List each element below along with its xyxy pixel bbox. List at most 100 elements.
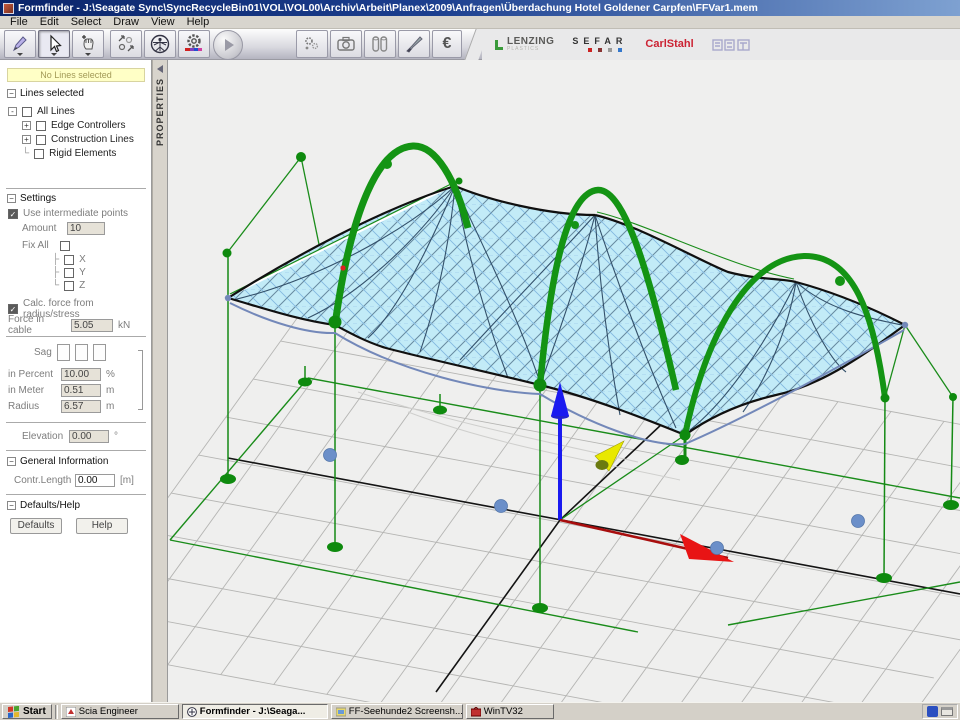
tree-item-edge-controllers[interactable]: + Edge Controllers xyxy=(22,120,125,131)
elevation-input[interactable] xyxy=(69,430,109,443)
paint-button[interactable] xyxy=(398,30,430,58)
task-formfinder[interactable]: Formfinder - J:\Seaga... xyxy=(182,704,328,719)
properties-tab-strip: PROPERTIES xyxy=(152,60,168,702)
force-input[interactable] xyxy=(71,319,113,332)
meter-row: in Meter m xyxy=(8,384,114,397)
fix-z-row[interactable]: └ Z xyxy=(52,280,85,291)
task-ff-seehunde2[interactable]: FF-Seehunde2 Screensh... xyxy=(331,704,463,719)
material-button[interactable] xyxy=(364,30,396,58)
fix-all-row[interactable]: Fix All xyxy=(22,240,70,251)
construction-lines-checkbox[interactable] xyxy=(36,135,46,145)
draw-tool-button[interactable] xyxy=(4,30,36,58)
percent-input[interactable] xyxy=(61,368,101,381)
fix-y-row[interactable]: ├ Y xyxy=(52,267,86,278)
menu-view[interactable]: View xyxy=(145,16,181,28)
lenzing-logo: LENZING PLASTICS xyxy=(494,37,554,52)
task-scia-engineer[interactable]: Scia Engineer xyxy=(61,704,179,719)
fix-x-checkbox[interactable] xyxy=(64,255,74,265)
grab-tool-button[interactable] xyxy=(72,30,104,58)
expander-icon[interactable]: - xyxy=(8,107,17,116)
defaults-help-header[interactable]: − Defaults/Help xyxy=(7,500,80,511)
rigid-elements-checkbox[interactable] xyxy=(34,149,44,159)
amount-input[interactable] xyxy=(67,222,105,235)
dropdown-arrow-icon[interactable] xyxy=(17,53,23,56)
toolbar: € LENZING PLASTICS SEFAR C xyxy=(0,29,960,60)
expander-icon[interactable]: + xyxy=(22,135,31,144)
elevation-row: Elevation ° xyxy=(22,430,118,443)
defaults-button[interactable]: Defaults xyxy=(10,518,62,534)
app-icon xyxy=(3,3,14,14)
properties-tab[interactable]: PROPERTIES xyxy=(155,78,165,146)
screenshot-file-icon xyxy=(336,707,346,717)
partner-logo xyxy=(712,37,752,53)
menu-edit[interactable]: Edit xyxy=(34,16,65,28)
sag-toggle-2[interactable] xyxy=(75,344,88,361)
tree-item-all-lines[interactable]: - All Lines xyxy=(8,106,75,117)
contr-length-input[interactable] xyxy=(75,474,115,487)
lines-selected-header[interactable]: − Lines selected xyxy=(7,88,84,99)
fix-x-row[interactable]: ├ X xyxy=(52,254,86,265)
taskbar: Start Scia Engineer Formfinder - J:\Seag… xyxy=(0,702,960,720)
meter-input[interactable] xyxy=(61,384,101,397)
use-intermediate-row[interactable]: ✓ Use intermediate points xyxy=(8,208,128,219)
collapse-icon[interactable]: − xyxy=(7,89,16,98)
sag-toggle-1[interactable] xyxy=(57,344,70,361)
title-bar: Formfinder - J:\Seagate Sync\SyncRecycle… xyxy=(0,0,960,16)
tree-item-construction-lines[interactable]: + Construction Lines xyxy=(22,134,134,145)
camera-icon xyxy=(336,34,356,54)
model-canvas[interactable] xyxy=(168,60,960,702)
tray-language-icon[interactable] xyxy=(927,706,938,717)
fix-z-checkbox[interactable] xyxy=(64,281,74,291)
collapse-icon[interactable]: − xyxy=(7,194,16,203)
general-info-header[interactable]: − General Information xyxy=(7,456,108,467)
formfinder-window: Formfinder - J:\Seagate Sync\SyncRecycle… xyxy=(0,0,960,720)
help-button[interactable]: Help xyxy=(76,518,128,534)
collapse-icon[interactable]: − xyxy=(7,501,16,510)
dropdown-arrow-icon[interactable] xyxy=(51,53,57,56)
play-icon xyxy=(225,39,234,51)
ground-points[interactable] xyxy=(324,449,865,555)
dropdown-arrow-icon[interactable] xyxy=(85,53,91,56)
selected-point-marker[interactable] xyxy=(340,265,345,270)
cost-button[interactable]: € xyxy=(432,30,462,58)
all-lines-checkbox[interactable] xyxy=(22,107,32,117)
fix-all-checkbox[interactable] xyxy=(60,241,70,251)
use-intermediate-checkbox[interactable]: ✓ xyxy=(8,209,18,219)
menu-draw[interactable]: Draw xyxy=(107,16,145,28)
edge-controllers-checkbox[interactable] xyxy=(36,121,46,131)
task-wintv32[interactable]: WinTV32 xyxy=(466,704,554,719)
contr-length-row: Contr.Length [m] xyxy=(14,474,134,487)
calc-force-checkbox[interactable]: ✓ xyxy=(8,304,18,314)
render-settings-button[interactable] xyxy=(178,30,210,58)
run-analysis-button[interactable] xyxy=(213,30,243,60)
viewport-3d[interactable] xyxy=(168,60,960,702)
windows-flag-icon xyxy=(8,706,20,718)
selection-status: No Lines selected xyxy=(7,68,145,82)
scia-engineer-icon xyxy=(66,707,76,717)
screenshot-button[interactable] xyxy=(330,30,362,58)
small-gears-icon xyxy=(302,34,322,54)
select-tool-button[interactable] xyxy=(38,30,70,58)
sag-toggle-3[interactable] xyxy=(93,344,106,361)
collapse-icon[interactable]: − xyxy=(7,457,16,466)
fix-y-checkbox[interactable] xyxy=(64,268,74,278)
collapse-panel-icon[interactable] xyxy=(157,65,163,73)
menu-select[interactable]: Select xyxy=(65,16,108,28)
radius-input[interactable] xyxy=(61,400,101,413)
start-button[interactable]: Start xyxy=(2,704,52,719)
radius-row: Radius m xyxy=(8,400,114,413)
menu-file[interactable]: File xyxy=(4,16,34,28)
tray-printer-icon[interactable] xyxy=(941,707,953,716)
menu-help[interactable]: Help xyxy=(181,16,216,28)
wintv-icon xyxy=(471,707,481,717)
formfinding-button[interactable] xyxy=(144,30,176,58)
settings-header[interactable]: − Settings xyxy=(7,193,56,204)
sefar-text: SEFAR xyxy=(572,37,627,46)
expander-icon[interactable]: + xyxy=(22,121,31,130)
sefar-logo: SEFAR xyxy=(572,37,627,52)
tree-item-rigid-elements[interactable]: └ Rigid Elements xyxy=(22,148,116,159)
transform-tool-button[interactable] xyxy=(110,30,142,58)
divider xyxy=(6,494,146,495)
options-button[interactable] xyxy=(296,30,328,58)
amount-row: Amount xyxy=(22,222,105,235)
